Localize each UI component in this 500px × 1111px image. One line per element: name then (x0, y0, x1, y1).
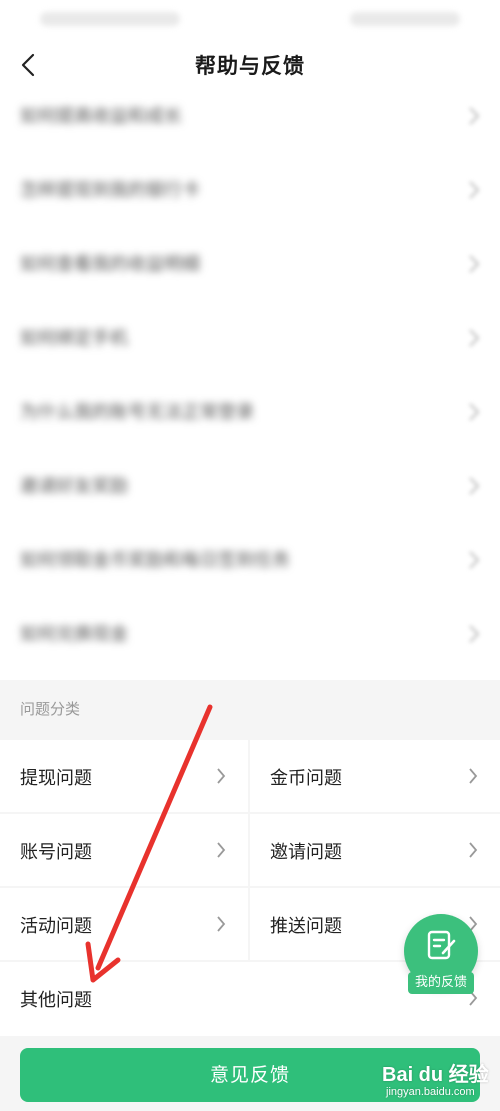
category-account[interactable]: 账号问题 (0, 814, 248, 886)
chevron-right-icon (469, 329, 480, 347)
faq-item[interactable]: 怎样提现到我的银行卡 (0, 154, 500, 228)
chevron-right-icon (469, 255, 480, 273)
status-bar (0, 0, 500, 40)
faq-item[interactable]: 邀请好友奖励 (0, 450, 500, 524)
category-label: 其他问题 (20, 990, 92, 1011)
chevron-right-icon (217, 768, 226, 784)
faq-item-label: 邀请好友奖励 (20, 476, 128, 497)
category-label: 金币问题 (270, 768, 342, 789)
faq-item[interactable]: 如何查看我的收益明细 (0, 228, 500, 302)
category-coins[interactable]: 金币问题 (250, 740, 500, 812)
category-withdraw[interactable]: 提现问题 (0, 740, 248, 812)
category-label: 邀请问题 (270, 842, 342, 863)
category-activity[interactable]: 活动问题 (0, 888, 248, 960)
category-label: 账号问题 (20, 842, 92, 863)
chevron-right-icon (469, 107, 480, 125)
faq-item-label: 如何绑定手机 (20, 328, 128, 349)
chevron-right-icon (469, 625, 480, 643)
chevron-right-icon (217, 916, 226, 932)
chevron-right-icon (469, 768, 478, 784)
chevron-right-icon (469, 181, 480, 199)
chevron-right-icon (469, 403, 480, 421)
faq-item-label: 怎样提现到我的银行卡 (20, 180, 200, 201)
chevron-right-icon (469, 842, 478, 858)
category-label: 推送问题 (270, 916, 342, 937)
chevron-right-icon (469, 551, 480, 569)
chevron-right-icon (469, 477, 480, 495)
submit-feedback-button[interactable]: 意见反馈 (20, 1048, 480, 1102)
faq-list: 如何提高收益和成长 怎样提现到我的银行卡 如何查看我的收益明细 如何绑定手机 为… (0, 80, 500, 680)
section-label: 问题分类 (20, 700, 81, 718)
carrier-info (40, 12, 180, 26)
my-feedback-fab[interactable]: 我的反馈 (404, 914, 478, 998)
edit-note-icon (427, 930, 456, 960)
category-label: 提现问题 (20, 768, 92, 789)
faq-item[interactable]: 如何绑定手机 (0, 302, 500, 376)
status-icons (350, 12, 460, 26)
faq-item-label: 为什么我的账号无法正常登录 (20, 402, 254, 423)
faq-item-label: 如何领取金币奖励和每日签到任务 (20, 550, 290, 571)
faq-item-label: 如何兑换现金 (20, 624, 128, 645)
fab-label: 我的反馈 (408, 972, 474, 994)
page-title: 帮助与反馈 (195, 54, 305, 78)
faq-item[interactable]: 为什么我的账号无法正常登录 (0, 376, 500, 450)
category-invite[interactable]: 邀请问题 (250, 814, 500, 886)
category-label: 活动问题 (20, 916, 92, 937)
chevron-right-icon (217, 842, 226, 858)
faq-item[interactable]: 如何提高收益和成长 (0, 80, 500, 154)
faq-item[interactable]: 如何兑换现金 (0, 598, 500, 672)
faq-item-label: 如何提高收益和成长 (20, 106, 182, 127)
faq-item-label: 如何查看我的收益明细 (20, 254, 200, 275)
faq-item[interactable]: 如何领取金币奖励和每日签到任务 (0, 524, 500, 598)
category-section-header: 问题分类 (0, 690, 500, 736)
